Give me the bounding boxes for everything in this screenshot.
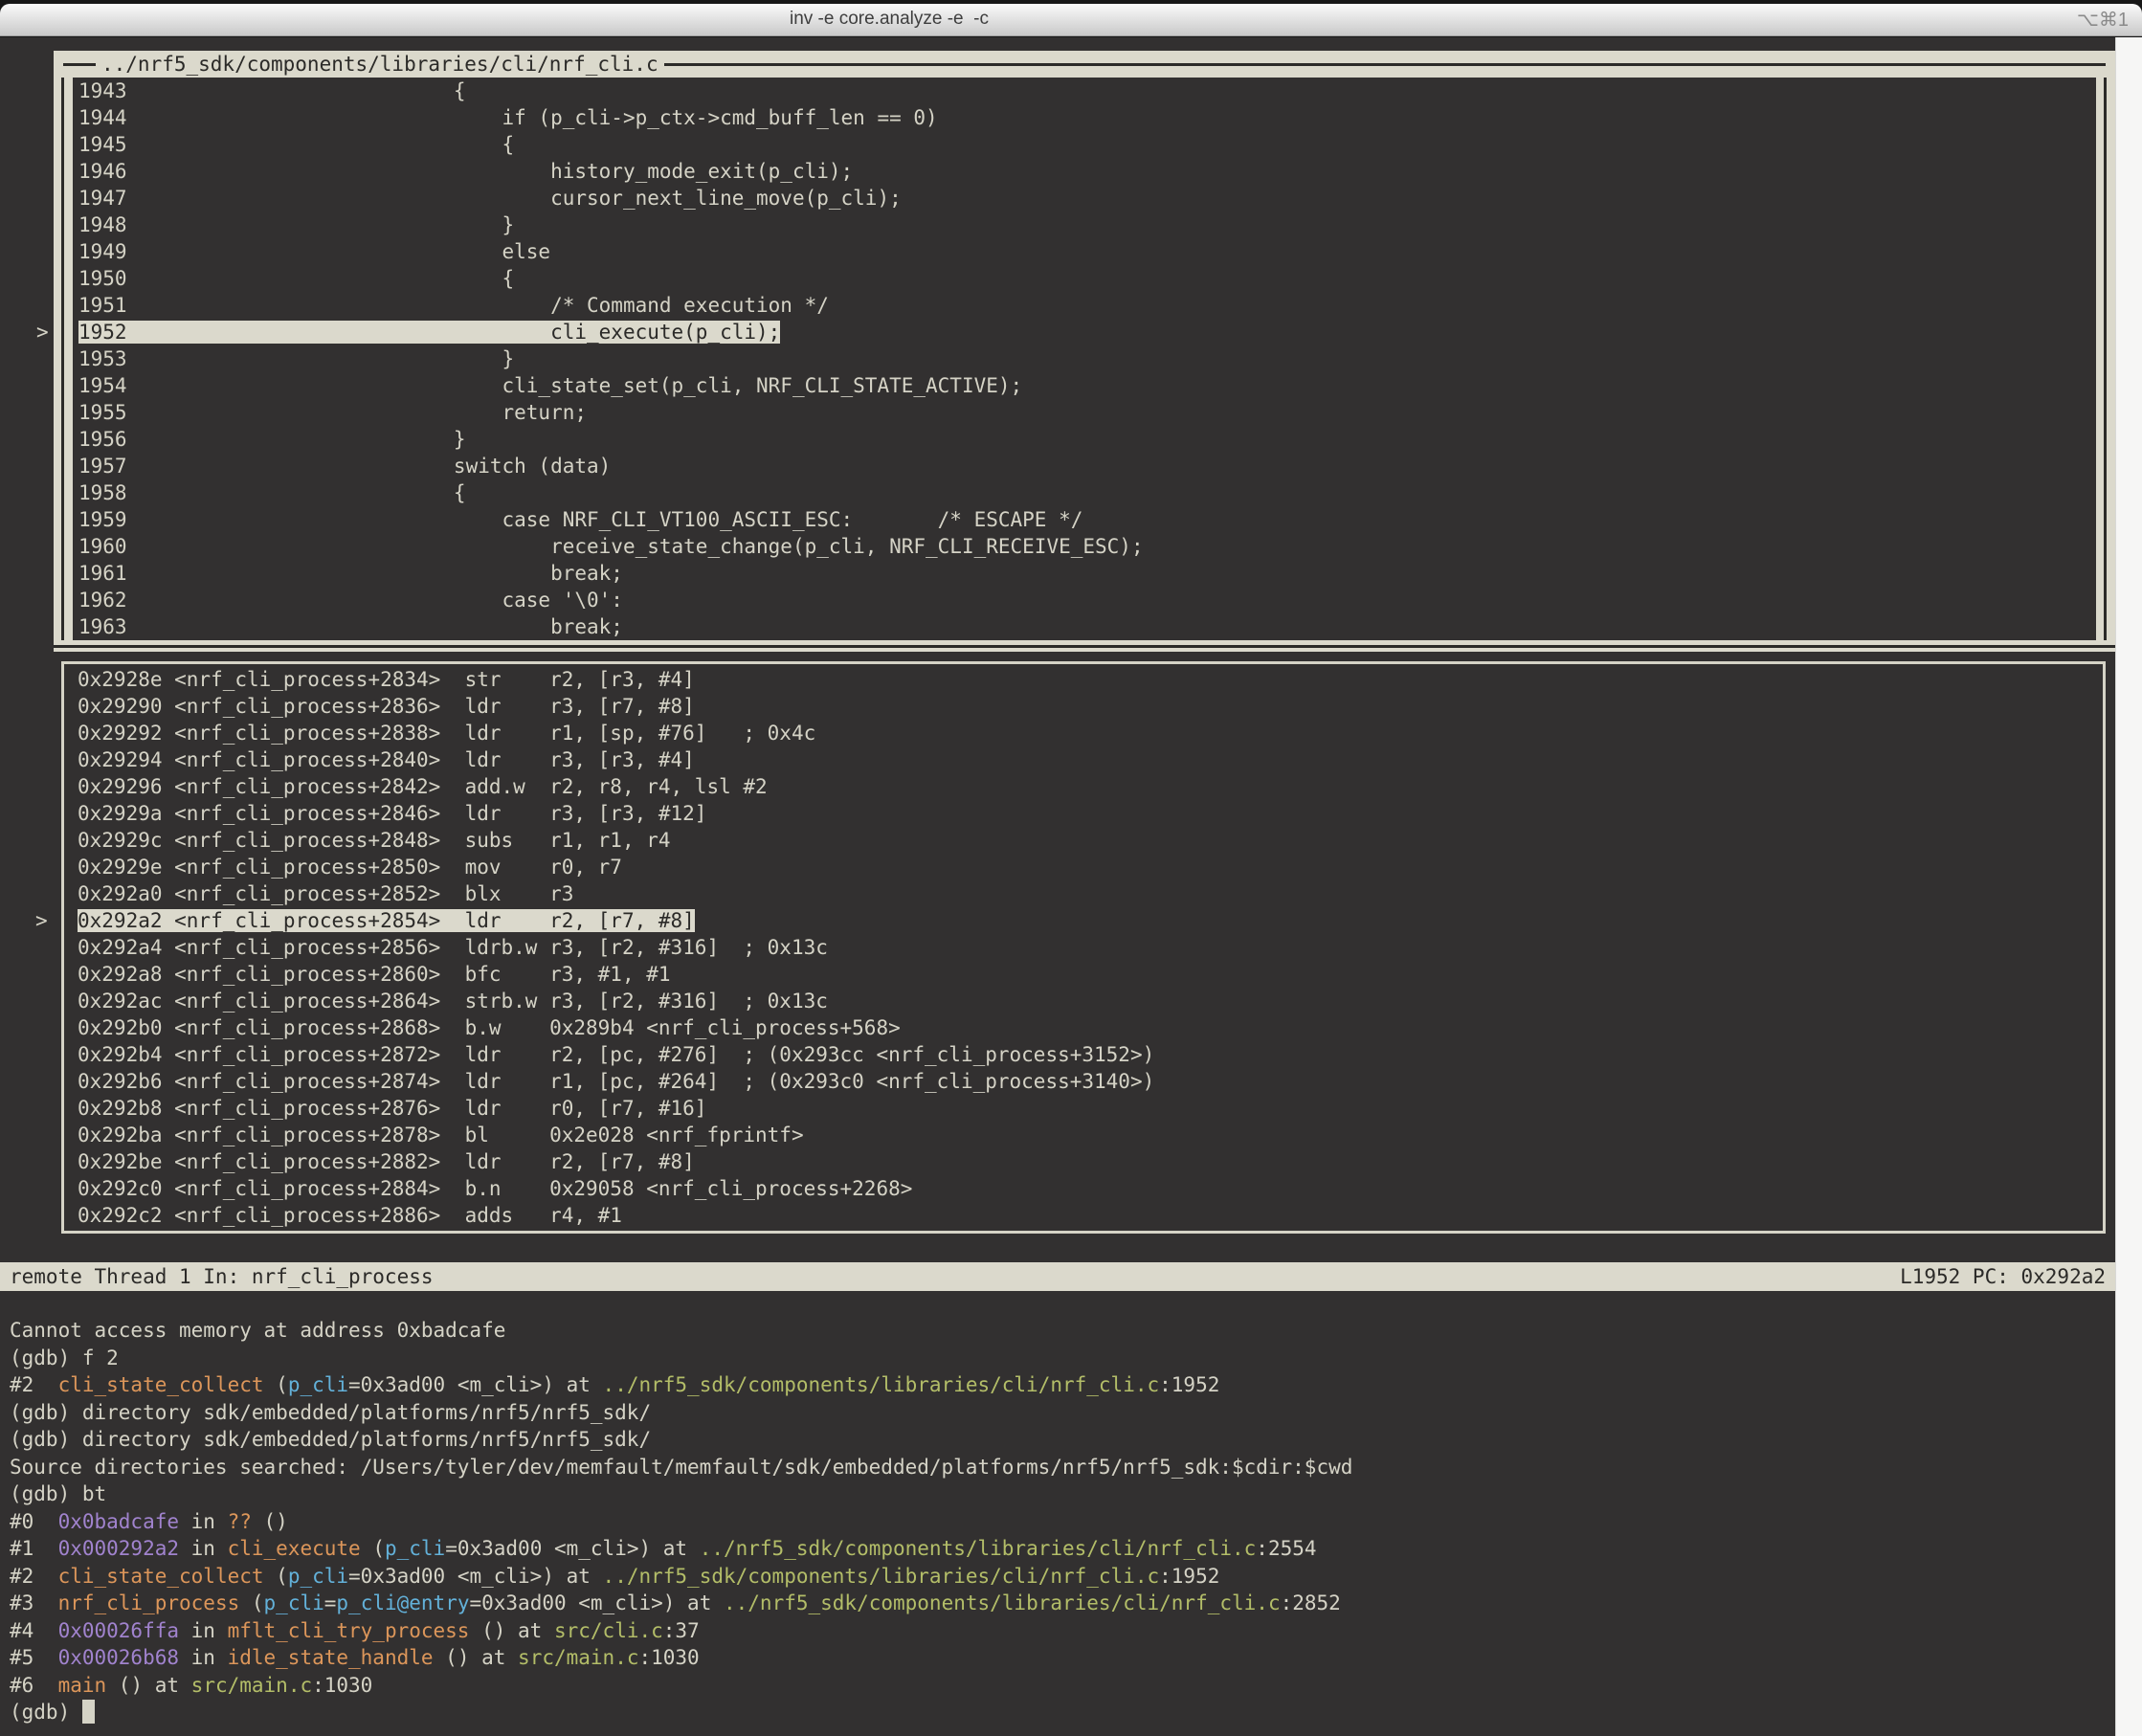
source-line: 1963 break; <box>78 613 2090 640</box>
asm-line: 0x2929a <nrf_cli_process+2846> ldr r3, [… <box>78 800 2103 827</box>
gdb-console[interactable]: Cannot access memory at address 0xbadcaf… <box>10 1291 2113 1726</box>
source-line: 1959 case NRF_CLI_VT100_ASCII_ESC: /* ES… <box>78 506 2090 533</box>
asm-line: 0x292ac <nrf_cli_process+2864> strb.w r3… <box>78 988 2103 1014</box>
source-line: 1953 } <box>78 345 2090 372</box>
asm-line: 0x29292 <nrf_cli_process+2838> ldr r1, [… <box>78 720 2103 746</box>
source-line: 1948 } <box>78 211 2090 238</box>
source-window-border-bottom <box>54 640 2115 652</box>
source-line: 1950 { <box>78 265 2090 292</box>
source-line: 1958 { <box>78 479 2090 506</box>
status-bar-right: L1952 PC: 0x292a2 <box>1900 1262 2106 1291</box>
asm-line: 0x292b8 <nrf_cli_process+2876> ldr r0, [… <box>78 1095 2103 1122</box>
source-window: ../nrf5_sdk/components/libraries/cli/nrf… <box>54 51 2115 652</box>
source-line: 1960 receive_state_change(p_cli, NRF_CLI… <box>78 533 2090 560</box>
asm-line: 0x2929c <nrf_cli_process+2848> subs r1, … <box>78 827 2103 854</box>
source-line: 1954 cli_state_set(p_cli, NRF_CLI_STATE_… <box>78 372 2090 399</box>
text-cursor <box>82 1700 95 1724</box>
source-line: 1955 return; <box>78 399 2090 426</box>
console-line: #4 0x00026ffa in mflt_cli_try_process ()… <box>10 1617 2113 1645</box>
current-line-marker: > <box>35 907 48 934</box>
asm-line: 0x292ba <nrf_cli_process+2878> bl 0x2e02… <box>78 1122 2103 1148</box>
console-line: #2 cli_state_collect (p_cli=0x3ad00 <m_c… <box>10 1371 2113 1399</box>
console-line: #3 nrf_cli_process (p_cli=p_cli@entry=0x… <box>10 1590 2113 1617</box>
asm-line: 0x292a4 <nrf_cli_process+2856> ldrb.w r3… <box>78 934 2103 961</box>
source-code-lines: 1943 {1944 if (p_cli->p_ctx->cmd_buff_le… <box>78 78 2090 640</box>
asm-line: 0x29294 <nrf_cli_process+2840> ldr r3, [… <box>78 746 2103 773</box>
disassembly-lines: 0x2928e <nrf_cli_process+2834> str r2, [… <box>78 666 2103 1229</box>
console-line: (gdb) directory sdk/embedded/platforms/n… <box>10 1426 2113 1454</box>
border-line <box>664 63 2106 66</box>
disassembly-window: 0x2928e <nrf_cli_process+2834> str r2, [… <box>61 661 2106 1234</box>
current-line-marker: > <box>36 319 49 345</box>
terminal-content: ../nrf5_sdk/components/libraries/cli/nrf… <box>0 37 2142 1736</box>
source-line: 1946 history_mode_exit(p_cli); <box>78 158 2090 185</box>
console-line: (gdb) directory sdk/embedded/platforms/n… <box>10 1399 2113 1427</box>
asm-line: 0x29296 <nrf_cli_process+2842> add.w r2,… <box>78 773 2103 800</box>
console-line: #5 0x00026b68 in idle_state_handle () at… <box>10 1644 2113 1672</box>
asm-line: 0x292a0 <nrf_cli_process+2852> blx r3 <box>78 880 2103 907</box>
window-title: inv -e core.analyze -e -c <box>0 9 1778 30</box>
asm-line: >0x292a2 <nrf_cli_process+2854> ldr r2, … <box>78 907 2103 934</box>
asm-line: 0x2929e <nrf_cli_process+2850> mov r0, r… <box>78 854 2103 880</box>
console-line: (gdb) <box>10 1699 2113 1726</box>
asm-line: 0x292be <nrf_cli_process+2882> ldr r2, [… <box>78 1148 2103 1175</box>
asm-line: 0x292b6 <nrf_cli_process+2874> ldr r1, [… <box>78 1068 2103 1095</box>
source-line: 1944 if (p_cli->p_ctx->cmd_buff_len == 0… <box>78 104 2090 131</box>
console-line: (gdb) f 2 <box>10 1345 2113 1372</box>
asm-line: 0x292b0 <nrf_cli_process+2868> b.w 0x289… <box>78 1014 2103 1041</box>
source-line: 1947 cursor_next_line_move(p_cli); <box>78 185 2090 211</box>
source-line: 1951 /* Command execution */ <box>78 292 2090 319</box>
console-line: Cannot access memory at address 0xbadcaf… <box>10 1317 2113 1345</box>
console-line: #2 cli_state_collect (p_cli=0x3ad00 <m_c… <box>10 1563 2113 1591</box>
source-line: 1961 break; <box>78 560 2090 587</box>
asm-line: 0x292b4 <nrf_cli_process+2872> ldr r2, [… <box>78 1041 2103 1068</box>
border-line <box>63 63 96 66</box>
console-line: (gdb) bt <box>10 1480 2113 1508</box>
terminal-window: inv -e core.analyze -e -c ⌥⌘1 ../nrf5_sd… <box>0 4 2142 1736</box>
asm-line: 0x292c2 <nrf_cli_process+2886> adds r4, … <box>78 1202 2103 1229</box>
console-line: #1 0x000292a2 in cli_execute (p_cli=0x3a… <box>10 1535 2113 1563</box>
console-line: #6 main () at src/main.c:1030 <box>10 1672 2113 1700</box>
console-line: Source directories searched: /Users/tyle… <box>10 1454 2113 1481</box>
source-line: 1957 switch (data) <box>78 453 2090 479</box>
window-shortcut-badge: ⌥⌘1 <box>2077 8 2129 32</box>
status-bar-left: remote Thread 1 In: nrf_cli_process <box>10 1262 434 1291</box>
source-line: 1945 { <box>78 131 2090 158</box>
source-line: 1962 case '\0': <box>78 587 2090 613</box>
asm-line: 0x2928e <nrf_cli_process+2834> str r2, [… <box>78 666 2103 693</box>
console-line: #0 0x0badcafe in ?? () <box>10 1508 2113 1536</box>
source-line: >1952 cli_execute(p_cli); <box>78 319 2090 345</box>
asm-line: 0x292a8 <nrf_cli_process+2860> bfc r3, #… <box>78 961 2103 988</box>
source-line: 1949 else <box>78 238 2090 265</box>
source-window-border-top: ../nrf5_sdk/components/libraries/cli/nrf… <box>54 51 2115 78</box>
status-bar: remote Thread 1 In: nrf_cli_process L195… <box>0 1262 2115 1291</box>
asm-line: 0x29290 <nrf_cli_process+2836> ldr r3, [… <box>78 693 2103 720</box>
source-line: 1956 } <box>78 426 2090 453</box>
scrollbar-track[interactable] <box>2115 37 2142 1736</box>
source-window-title: ../nrf5_sdk/components/libraries/cli/nrf… <box>96 51 664 78</box>
asm-line: 0x292c0 <nrf_cli_process+2884> b.n 0x290… <box>78 1175 2103 1202</box>
source-line: 1943 { <box>78 78 2090 104</box>
titlebar[interactable]: inv -e core.analyze -e -c ⌥⌘1 <box>0 4 2142 36</box>
